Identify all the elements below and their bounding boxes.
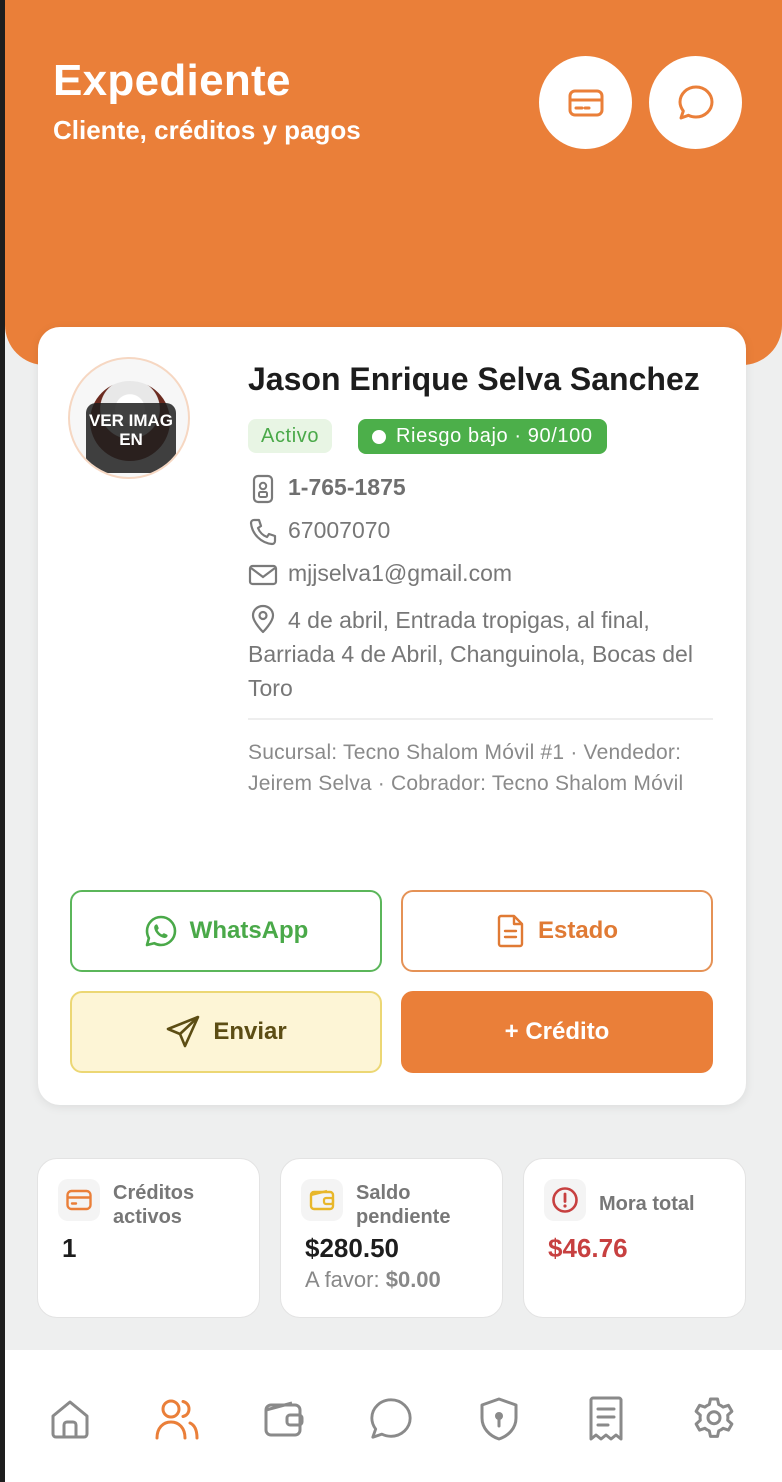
chat-icon xyxy=(370,1398,412,1439)
stat-value: $280.50 xyxy=(305,1233,399,1263)
address-value: 4 de abril, Entrada tropigas, al final, … xyxy=(248,607,693,701)
avatar[interactable]: VER IMAGEN xyxy=(68,357,190,479)
send-icon xyxy=(167,1015,200,1048)
credit-card-button[interactable] xyxy=(539,56,632,149)
stat-label: Créditos activos xyxy=(113,1182,195,1228)
nav-clients[interactable] xyxy=(154,1396,200,1442)
cedula-row: 1-765-1875 xyxy=(248,474,406,504)
wallet-icon xyxy=(301,1179,343,1221)
whatsapp-label: WhatsApp xyxy=(189,917,309,944)
add-credit-label: + Crédito xyxy=(504,1018,610,1045)
nav-wallet[interactable] xyxy=(261,1396,307,1442)
nav-security[interactable] xyxy=(476,1396,522,1442)
page-title: Expediente xyxy=(53,56,291,105)
credit-card-icon xyxy=(58,1179,100,1221)
whatsapp-icon xyxy=(145,915,176,947)
enviar-label: Enviar xyxy=(213,1018,287,1045)
stat-sub: A favor: $0.00 xyxy=(305,1267,441,1293)
stat-card-pending-balance[interactable]: Saldo pendiente $280.50 A favor: $0.00 xyxy=(280,1158,503,1318)
bottom-navigation xyxy=(5,1350,782,1482)
users-icon xyxy=(155,1399,199,1440)
client-name: Jason Enrique Selva Sanchez xyxy=(248,361,700,397)
alert-circle-icon xyxy=(544,1179,586,1221)
email-row[interactable]: mjjselva1@gmail.com xyxy=(248,560,512,590)
status-badge: Activo xyxy=(248,419,333,453)
wallet-icon xyxy=(264,1401,304,1437)
shield-icon xyxy=(480,1397,518,1441)
nav-receipts[interactable] xyxy=(583,1396,629,1442)
estado-label: Estado xyxy=(537,917,618,944)
stat-card-total-overdue[interactable]: Mora total $46.76 xyxy=(523,1158,746,1318)
stat-value: 1 xyxy=(62,1233,77,1263)
whatsapp-button[interactable]: WhatsApp xyxy=(70,890,382,972)
stat-label: Saldo pendiente xyxy=(356,1182,451,1228)
document-icon xyxy=(497,914,524,948)
home-icon xyxy=(51,1400,89,1439)
cedula-value: 1-765-1875 xyxy=(288,474,406,500)
branch-info: Sucursal: Tecno Shalom Móvil #1 · Vended… xyxy=(248,741,684,795)
chat-button[interactable] xyxy=(649,56,742,149)
risk-dot-icon xyxy=(372,429,386,444)
stat-card-active-credits[interactable]: Créditos activos 1 xyxy=(37,1158,260,1318)
stat-label: Mora total xyxy=(599,1193,695,1215)
client-profile-card: VER IMAGEN Jason Enrique Selva Sanchez A… xyxy=(38,327,746,1105)
page-subtitle: Cliente, créditos y pagos xyxy=(53,115,361,145)
settings-icon xyxy=(694,1397,734,1438)
phone-row[interactable]: 67007070 xyxy=(248,517,390,547)
risk-badge: Riesgo bajo · 90/100 xyxy=(358,419,607,454)
nav-home[interactable] xyxy=(47,1396,93,1442)
email-value: mjjselva1@gmail.com xyxy=(288,560,513,586)
mail-icon xyxy=(248,564,278,586)
chat-bubble-icon xyxy=(678,85,713,119)
view-image-button[interactable]: VER IMAGEN xyxy=(86,403,176,473)
phone-icon xyxy=(249,518,277,546)
app-screen: Expediente Cliente, créditos y pagos VER… xyxy=(0,0,782,1482)
id-card-icon xyxy=(252,474,274,504)
add-credit-button[interactable]: + Crédito xyxy=(401,991,713,1073)
risk-label: Riesgo bajo · 90/100 xyxy=(396,425,593,447)
estado-button[interactable]: Estado xyxy=(401,890,713,972)
phone-value: 67007070 xyxy=(288,517,391,543)
header: Expediente Cliente, créditos y pagos xyxy=(5,0,782,365)
credit-favor-value: $0.00 xyxy=(385,1267,441,1292)
nav-settings[interactable] xyxy=(691,1396,737,1442)
credit-card-icon xyxy=(568,89,603,116)
nav-messages[interactable] xyxy=(368,1396,414,1442)
divider xyxy=(248,718,713,720)
receipt-icon xyxy=(589,1396,623,1441)
enviar-button[interactable]: Enviar xyxy=(70,991,382,1073)
stat-value: $46.76 xyxy=(548,1233,628,1263)
credit-favor-label: A favor: xyxy=(305,1267,380,1292)
